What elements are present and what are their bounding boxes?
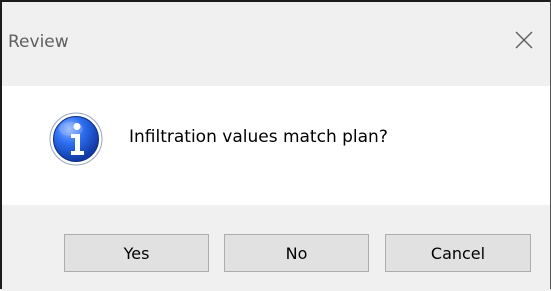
cancel-button[interactable]: Cancel (385, 234, 531, 272)
close-button[interactable] (504, 22, 544, 58)
yes-button[interactable]: Yes (64, 234, 209, 272)
title-bar: Review (2, 2, 550, 86)
review-dialog: Review Infiltration values match plan? Y… (0, 0, 551, 291)
no-button[interactable]: No (224, 234, 369, 272)
button-bar: Yes No Cancel (2, 205, 550, 291)
close-icon (515, 31, 533, 49)
message-area: Infiltration values match plan? (2, 86, 550, 205)
window-title: Review (8, 32, 69, 52)
info-icon (49, 112, 103, 166)
message-text: Infiltration values match plan? (129, 127, 388, 147)
